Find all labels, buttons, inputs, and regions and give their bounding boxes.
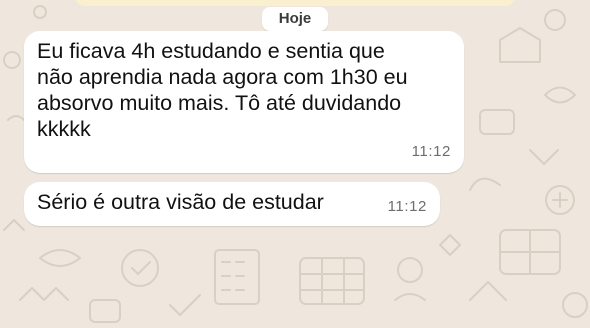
date-separator: Hoje — [262, 7, 328, 31]
message-line: Eu ficava 4h estudando e sentia que — [37, 39, 385, 63]
message-text: Eu ficava 4h estudando e sentia que não … — [37, 38, 408, 142]
message-bubble-incoming[interactable]: Eu ficava 4h estudando e sentia que não … — [24, 31, 464, 173]
message-line: Sério é outra visão de estudar — [37, 190, 324, 214]
message-line: absorvo muito mais. Tô até duvidando — [37, 91, 402, 115]
message-line: kkkkk — [37, 117, 91, 141]
message-timestamp: 11:12 — [387, 198, 427, 215]
pinned-banner — [75, 0, 515, 6]
message-timestamp: 11:12 — [411, 143, 451, 160]
message-text: Sério é outra visão de estudar — [37, 189, 324, 215]
message-bubble-incoming[interactable]: Sério é outra visão de estudar 11:12 — [24, 182, 440, 226]
message-line: não aprendia nada agora com 1h30 eu — [37, 65, 408, 89]
